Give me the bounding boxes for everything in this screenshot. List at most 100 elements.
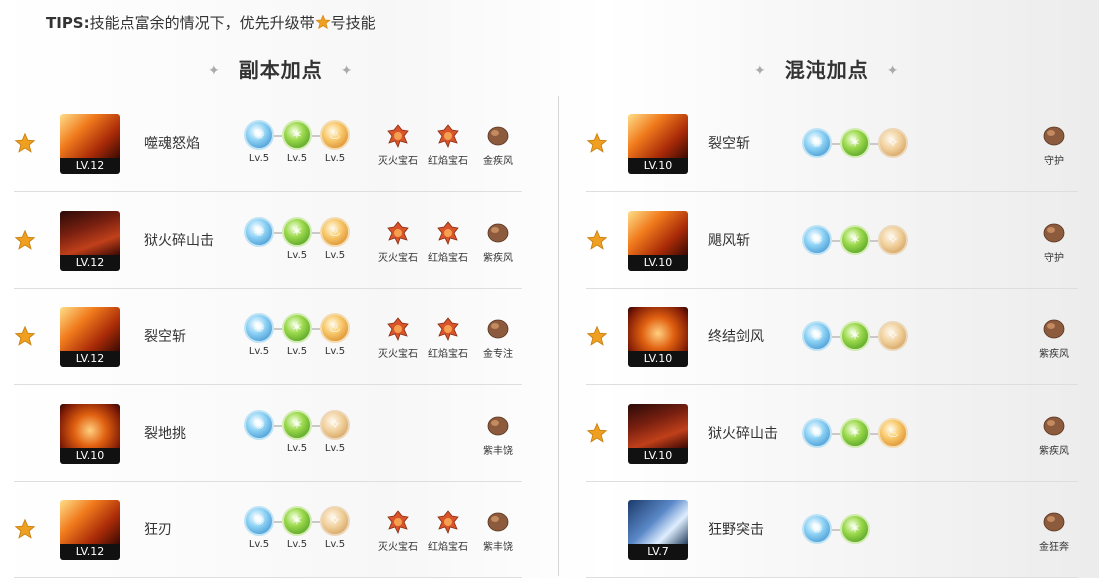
rune-glyph: ✶ — [849, 135, 861, 151]
rune-orb-icon[interactable]: ✶ — [282, 120, 312, 150]
rune-orb-icon[interactable]: ✧ — [878, 321, 908, 351]
skill-name: 狂野突击 — [708, 522, 764, 538]
rune-link — [312, 328, 320, 330]
skill-icon[interactable]: LV.12 — [60, 500, 120, 560]
rune-glyph: ✺ — [811, 135, 823, 151]
rune-orb-icon[interactable]: ✶ — [282, 409, 312, 440]
rune-level: Lv.5 — [286, 249, 308, 261]
skill-icon[interactable]: LV.7 — [628, 500, 688, 560]
gem-icon — [1043, 416, 1065, 435]
rune-orb-icon[interactable]: ✺ — [802, 514, 832, 544]
skill-icon[interactable]: LV.12 — [60, 114, 120, 174]
skill-level: LV.12 — [60, 544, 120, 560]
rune-orb-icon[interactable]: ✺ — [244, 313, 274, 343]
gem-icon — [1043, 223, 1065, 242]
gem-icon — [387, 317, 409, 341]
rune-orb-icon[interactable]: ✶ — [840, 514, 870, 544]
rune-orb-icon[interactable]: ✶ — [282, 216, 312, 247]
tips-prefix: TIPS: — [46, 14, 90, 32]
rune-orb-icon[interactable]: ✺ — [802, 321, 832, 351]
rune-orb-icon[interactable]: ✺ — [244, 120, 274, 150]
skill-icon[interactable]: LV.10 — [628, 403, 688, 464]
rune-orb-icon[interactable]: ✶ — [840, 128, 870, 158]
rune-orb-icon[interactable]: ♨ — [320, 216, 350, 247]
rune-link — [832, 432, 840, 435]
rune-orb-icon[interactable]: ✶ — [282, 506, 312, 536]
rune-link — [312, 231, 320, 234]
rune-glyph: ♨ — [886, 424, 900, 441]
gem-label: 紫疾风 — [1039, 445, 1069, 457]
rune-orb-icon[interactable]: ♨ — [878, 417, 908, 448]
skill-art — [60, 210, 120, 255]
gem-icon — [1043, 319, 1065, 339]
star-icon — [586, 422, 608, 443]
rune-link — [274, 135, 282, 137]
rune-orb-icon[interactable]: ✧ — [878, 128, 908, 158]
skill-icon[interactable]: LV.12 — [60, 210, 120, 271]
rune-glyph: ✺ — [253, 320, 265, 336]
rune-orb-icon[interactable]: ✺ — [802, 224, 832, 255]
rune-glyph: ✧ — [887, 231, 899, 248]
rune-orb-icon[interactable]: ✧ — [878, 224, 908, 255]
skill-name: 狱火碎山击 — [144, 232, 214, 249]
skill-art — [60, 500, 120, 544]
gem-icon — [487, 126, 509, 146]
gem-icon — [487, 416, 509, 435]
skill-level: LV.10 — [628, 447, 688, 464]
skill-icon[interactable]: LV.10 — [60, 403, 120, 464]
skill-art — [628, 403, 688, 448]
rune-link — [274, 231, 282, 234]
rune-orb-icon[interactable]: ✺ — [244, 506, 274, 536]
rune-orb-icon[interactable]: ✺ — [244, 409, 274, 440]
skill-name: 狂刃 — [144, 522, 172, 538]
rune-link — [832, 336, 840, 338]
gem-label: 金专注 — [483, 349, 513, 360]
gem-label: 紫疾风 — [1039, 349, 1069, 360]
rune-orb-icon[interactable]: ✶ — [282, 313, 312, 343]
skill-icon[interactable]: LV.12 — [60, 307, 120, 367]
skill-name: 裂地挑 — [144, 425, 186, 442]
rune-orb-icon[interactable]: ✧ — [320, 506, 350, 536]
rune-link — [832, 239, 840, 242]
rune-link — [870, 432, 878, 435]
rune-glyph: ✺ — [253, 513, 265, 529]
star-icon — [586, 325, 608, 346]
gem-label: 守护 — [1044, 156, 1064, 167]
skill-art — [628, 210, 688, 255]
rune-orb-icon[interactable]: ♨ — [320, 313, 350, 343]
tips-body-after: 号技能 — [330, 14, 376, 32]
rune-orb-icon[interactable]: ✶ — [840, 417, 870, 448]
rune-orb-icon[interactable]: ✧ — [320, 409, 350, 440]
skill-level: LV.10 — [628, 351, 688, 367]
rune-orb-icon[interactable]: ✶ — [840, 321, 870, 351]
skill-icon[interactable]: LV.10 — [628, 307, 688, 367]
left-skill-row: LV.12 狂刃 ✺ Lv.5 ✶ Lv.5 ✧ Lv.5 灭火宝石 红焰宝石 紫丰饶 — [14, 482, 522, 578]
skill-level: LV.10 — [628, 158, 688, 174]
rune-glyph: ✺ — [811, 328, 823, 344]
skill-art — [628, 500, 688, 544]
rune-level: Lv.5 — [248, 153, 270, 164]
star-icon — [586, 229, 608, 250]
rune-orb-icon[interactable]: ✺ — [802, 128, 832, 158]
rune-orb-icon[interactable]: ✺ — [802, 417, 832, 448]
skill-art — [60, 307, 120, 351]
gem-icon — [487, 223, 509, 242]
rune-glyph: ✺ — [811, 231, 823, 248]
rune-glyph: ♨ — [328, 127, 342, 143]
rune-glyph: ✺ — [253, 223, 265, 240]
rune-orb-icon[interactable]: ✺ — [244, 216, 274, 247]
rune-link — [312, 135, 320, 137]
rune-glyph: ✶ — [849, 424, 861, 441]
rune-orb-icon[interactable]: ✶ — [840, 224, 870, 255]
left-skill-row: LV.12 噬魂怒焰 ✺ Lv.5 ✶ Lv.5 ♨ Lv.5 灭火宝石 红焰宝石 金疾风 — [14, 96, 522, 192]
skill-icon[interactable]: LV.10 — [628, 114, 688, 174]
gem-label: 守护 — [1044, 252, 1064, 264]
rune-level: Lv.5 — [286, 153, 308, 164]
rune-level: Lv.5 — [324, 346, 346, 357]
rune-glyph: ✶ — [291, 127, 303, 143]
right-section-heading: ✦ 混沌加点 ✦ — [736, 54, 917, 83]
skill-icon[interactable]: LV.10 — [628, 210, 688, 271]
left-deco-icon-2: ✦ — [340, 63, 354, 79]
rune-orb-icon[interactable]: ♨ — [320, 120, 350, 150]
rune-glyph: ✶ — [291, 513, 303, 529]
